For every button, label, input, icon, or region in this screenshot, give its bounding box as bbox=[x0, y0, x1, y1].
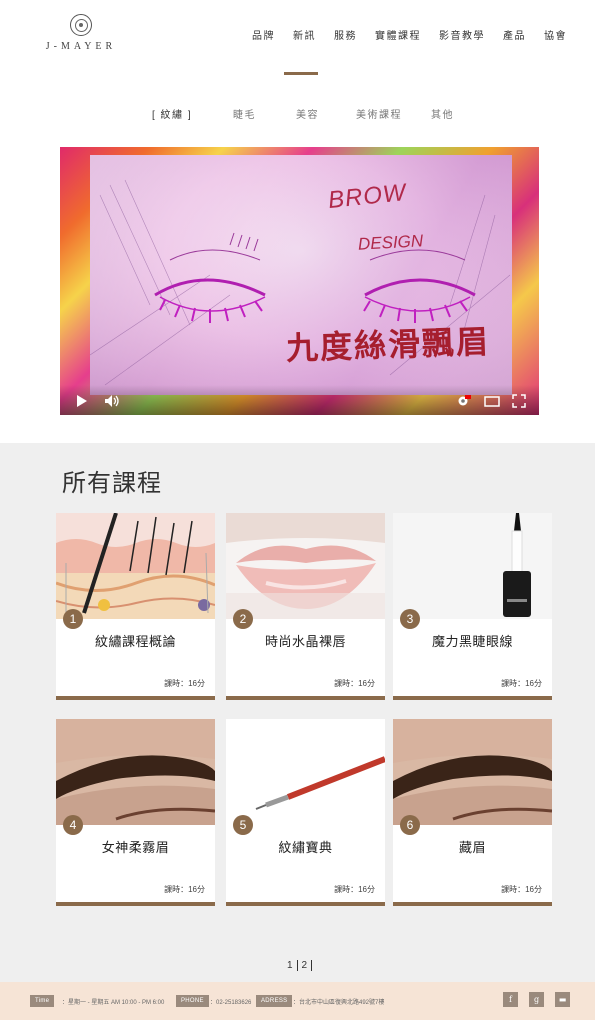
course-image-eyebrow bbox=[56, 719, 215, 825]
nav-item-brand[interactable]: 品牌 bbox=[252, 27, 275, 42]
nav-item-video-tutorials[interactable]: 影音教學 bbox=[439, 27, 485, 42]
course-duration: 課時：16分 bbox=[164, 885, 205, 894]
phone-label: PHONE bbox=[176, 995, 209, 1007]
tab-embroidery[interactable]: [ 紋繡 ] bbox=[152, 106, 192, 121]
site-footer: Time ：星期一 - 星期五 AM 10:00 - PM 6:00 PHONE… bbox=[0, 982, 595, 1020]
tab-art-courses[interactable]: 美術課程 bbox=[356, 106, 402, 121]
course-image-tattoo-pen bbox=[226, 719, 385, 825]
tab-beauty[interactable]: 美容 bbox=[296, 106, 319, 121]
course-title: 魔力黑睫眼線 bbox=[431, 634, 513, 649]
facebook-icon[interactable]: f bbox=[503, 992, 518, 1007]
logo-text: J-MAYER bbox=[45, 41, 117, 52]
course-card-6[interactable]: 6 藏眉 課時：16分 bbox=[393, 719, 552, 906]
settings-icon[interactable] bbox=[456, 394, 472, 408]
course-number-badge: 4 bbox=[63, 815, 83, 835]
nav-item-courses[interactable]: 實體課程 bbox=[375, 27, 421, 42]
section-title: 所有課程 bbox=[62, 470, 162, 497]
course-duration: 課時：16分 bbox=[334, 885, 375, 894]
course-card-2[interactable]: 2 時尚水晶裸唇 課時：16分 bbox=[226, 513, 385, 700]
phone-value: ：02-25183626 bbox=[210, 1000, 252, 1006]
video-title-cn: 九度絲滑飄眉 bbox=[285, 322, 491, 368]
time-label: Time bbox=[30, 995, 55, 1007]
page-link-2[interactable]: 2 bbox=[298, 960, 312, 971]
course-image-lips bbox=[226, 513, 385, 619]
course-image-eyeliner-pen bbox=[393, 513, 552, 619]
fullscreen-icon[interactable] bbox=[512, 394, 526, 408]
site-header: J-MAYER 品牌 新訊 服務 實體課程 影音教學 產品 協會 bbox=[0, 0, 595, 80]
time-value: ：星期一 - 星期五 AM 10:00 - PM 6:00 bbox=[62, 1000, 165, 1006]
course-duration: 課時：16分 bbox=[334, 679, 375, 688]
address-label: ADRESS bbox=[256, 995, 293, 1007]
course-image-eyebrow bbox=[393, 719, 552, 825]
youtube-icon[interactable]: ▬ bbox=[555, 992, 570, 1007]
nav-item-products[interactable]: 產品 bbox=[503, 27, 526, 42]
course-card-4[interactable]: 4 女神柔霧眉 課時：16分 bbox=[56, 719, 215, 906]
logo-mark-icon bbox=[70, 14, 92, 36]
course-duration: 課時：16分 bbox=[501, 885, 542, 894]
tab-eyelash[interactable]: 睫毛 bbox=[233, 106, 256, 121]
nav-item-news[interactable]: 新訊 bbox=[293, 27, 316, 42]
course-title: 藏眉 bbox=[458, 840, 486, 855]
video-controls bbox=[60, 385, 539, 415]
course-title: 女神柔霧眉 bbox=[101, 840, 170, 855]
course-image-skin-layers bbox=[56, 513, 215, 619]
nav-item-services[interactable]: 服務 bbox=[334, 27, 357, 42]
play-icon[interactable] bbox=[76, 394, 88, 408]
course-number-badge: 1 bbox=[63, 609, 83, 629]
page-link-1[interactable]: 1 bbox=[283, 960, 297, 971]
course-number-badge: 5 bbox=[233, 815, 253, 835]
video-player[interactable]: BROW DESIGN 九度絲滑飄眉 bbox=[60, 147, 539, 415]
course-number-badge: 6 bbox=[400, 815, 420, 835]
video-title-design: DESIGN bbox=[357, 231, 424, 254]
course-title: 紋繡課程概論 bbox=[94, 634, 176, 649]
address-value: ：台北市中山區復興北路492號7樓 bbox=[293, 1000, 385, 1006]
nav-item-association[interactable]: 協會 bbox=[544, 27, 567, 42]
course-duration: 課時：16分 bbox=[164, 679, 205, 688]
course-card-3[interactable]: 3 魔力黑睫眼線 課時：16分 bbox=[393, 513, 552, 700]
courses-section: 所有課程 1 紋繡課程概論 課時：16分 2 時尚水晶裸唇 課時：16分 3 魔… bbox=[0, 443, 595, 982]
main-nav: 品牌 新訊 服務 實體課程 影音教學 產品 協會 bbox=[234, 27, 567, 42]
google-icon[interactable]: g bbox=[529, 992, 544, 1007]
volume-icon[interactable] bbox=[104, 394, 120, 408]
theater-icon[interactable] bbox=[484, 394, 500, 408]
course-title: 紋繡寶典 bbox=[278, 840, 333, 855]
nav-active-indicator bbox=[284, 72, 318, 75]
course-title: 時尚水晶裸唇 bbox=[264, 634, 346, 649]
brand-logo[interactable]: J-MAYER bbox=[36, 14, 126, 52]
course-card-1[interactable]: 1 紋繡課程概論 課時：16分 bbox=[56, 513, 215, 700]
course-duration: 課時：16分 bbox=[501, 679, 542, 688]
course-number-badge: 3 bbox=[400, 609, 420, 629]
video-thumbnail: BROW DESIGN 九度絲滑飄眉 bbox=[90, 155, 512, 395]
course-card-5[interactable]: 5 紋繡寶典 課時：16分 bbox=[226, 719, 385, 906]
pager-divider bbox=[311, 960, 313, 971]
course-number-badge: 2 bbox=[233, 609, 253, 629]
pagination: 12 bbox=[0, 960, 595, 971]
tab-other[interactable]: 其他 bbox=[431, 106, 454, 121]
category-tabs: [ 紋繡 ] 睫毛 美容 美術課程 其他 bbox=[0, 106, 595, 122]
